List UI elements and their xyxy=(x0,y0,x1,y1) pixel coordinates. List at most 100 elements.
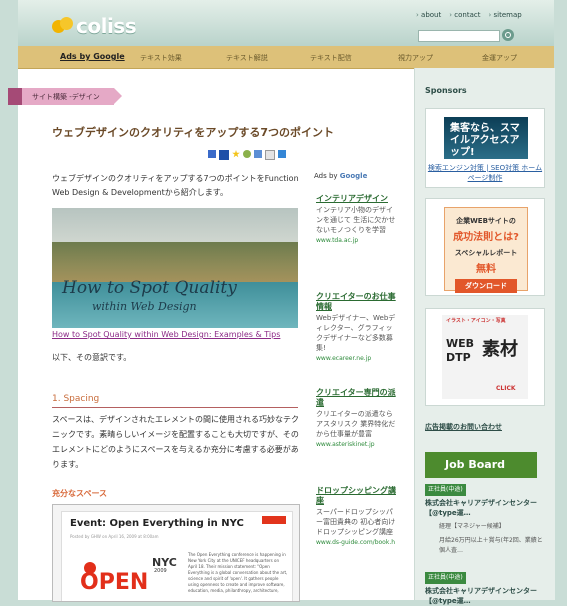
sitemap-link[interactable]: sitemap xyxy=(488,11,522,19)
text-ad[interactable]: インテリアデザイン インテリア小物のデザインを通じて 生活に欠かせないモノつくり… xyxy=(316,194,396,244)
contact-link[interactable]: contact xyxy=(449,11,480,19)
banner-text: CLICK xyxy=(496,385,516,392)
livedoor-icon[interactable] xyxy=(243,150,251,158)
photo-subtitle: within Web Design xyxy=(92,300,197,313)
page: coliss about contact sitemap Ads by Goog… xyxy=(8,0,555,605)
banner-button: ダウンロード xyxy=(455,279,517,293)
bookmark-icon[interactable] xyxy=(219,150,229,160)
example-screenshot[interactable]: Event: Open Everything in NYC Posted by … xyxy=(52,504,300,602)
ads-bar: Ads by Google テキスト効果 テキスト解説 テキスト配信 視力アップ… xyxy=(18,46,554,69)
text-ad[interactable]: クリエイターのお仕事情報 Webデザイナー、Webディレクター、グラフィックデザ… xyxy=(316,292,396,362)
banner-image: 企業WEBサイトの 成功法則とは? スペシャルレポート 無料 ダウンロード xyxy=(444,207,528,293)
search-input[interactable] xyxy=(418,30,500,42)
sponsors-heading: Sponsors xyxy=(425,86,467,95)
ad-description: スーパードロップシッパー富田貴典の 初心者向けドロップシッピング講座 xyxy=(316,508,396,536)
ad-description: Webデザイナー、Webディレクター、グラフィックデザイナーなど多数募集! xyxy=(316,314,396,352)
sponsor-banner[interactable]: イラスト・アイコン・写真 WEB DTP 素材 CLICK xyxy=(425,308,545,406)
ads-by-google-link[interactable]: Ads by Google xyxy=(60,52,125,61)
delicious-icon[interactable] xyxy=(208,150,216,158)
category-arrow xyxy=(114,88,122,104)
ads-label: Ads by xyxy=(314,172,340,180)
job-tag: 正社員(中途) xyxy=(425,572,466,584)
jobboard-banner[interactable]: Job Board xyxy=(425,452,537,478)
sponsor-banner[interactable]: 企業WEBサイトの 成功法則とは? スペシャルレポート 無料 ダウンロード xyxy=(425,198,545,296)
category-text: サイト構築 -デザイン xyxy=(32,93,100,101)
job-tag: 正社員(中途) xyxy=(425,484,466,496)
job-line: 月給26万円以上＋賞与(年2回、業績と個人査… xyxy=(439,537,543,554)
about-link[interactable]: about xyxy=(416,11,441,19)
ad-title[interactable]: クリエイターのお仕事情報 xyxy=(316,292,396,312)
ad-title[interactable]: インテリアデザイン xyxy=(316,194,396,204)
ad-link[interactable]: テキスト配信 xyxy=(310,53,352,63)
buzzurl-icon[interactable] xyxy=(265,150,275,160)
article-title[interactable]: ウェブデザインのクオリティをアップする7つのポイント xyxy=(52,124,334,140)
ad-url[interactable]: www.ecareer.ne.jp xyxy=(316,355,396,362)
banner-text: WEB xyxy=(446,337,475,350)
category-marker xyxy=(8,88,22,105)
top-nav: about contact sitemap xyxy=(416,11,522,19)
ad-url[interactable]: www.ds-guide.com/book.h xyxy=(316,539,396,546)
ad-link[interactable]: 金運アップ xyxy=(482,53,517,63)
banner-text: イラスト・アイコン・写真 xyxy=(446,318,506,324)
article-photo[interactable]: How to Spot Quality within Web Design xyxy=(52,208,298,328)
google-brand: Google xyxy=(339,172,368,180)
site-header: coliss about contact sitemap xyxy=(18,0,554,46)
section-paragraph: スペースは、デザインされたエレメントの間に使用される巧妙なテクニックです。素晴ら… xyxy=(52,415,300,469)
lead-text: 以下、その意訳です。 xyxy=(52,353,132,362)
ad-link[interactable]: 視力アップ xyxy=(398,53,433,63)
job-company[interactable]: 株式会社キャリアデザインセンター【@type運… xyxy=(425,498,547,518)
photo-title: How to Spot Quality xyxy=(62,278,237,298)
screenshot-badge xyxy=(262,516,286,524)
screenshot-open-logo: OPEN xyxy=(80,570,149,595)
banner-text: 成功法則とは? xyxy=(453,232,519,243)
banner-text: DTP xyxy=(446,351,471,364)
bookmark-icons xyxy=(208,150,286,160)
banner-text: 無料 xyxy=(476,264,496,275)
jobboard-text: Job Board xyxy=(445,458,506,471)
category-label[interactable]: サイト構築 -デザイン xyxy=(8,88,114,105)
banner-text: 素材 xyxy=(482,339,518,360)
ad-title[interactable]: クリエイター専門の派遣 xyxy=(316,388,396,408)
ad-link[interactable]: テキスト効果 xyxy=(140,53,182,63)
text-ad[interactable]: クリエイター専門の派遣 クリエイターの派遣ならアスタリスク 業界特化だから仕事量… xyxy=(316,388,396,448)
photo-hills xyxy=(52,242,298,282)
section-heading: 1. Spacing xyxy=(52,394,298,408)
text-ad[interactable]: ドロップシッピング講座 スーパードロップシッパー富田貴典の 初心者向けドロップシ… xyxy=(316,486,396,546)
star-icon[interactable] xyxy=(232,150,240,158)
banner-text: スペシャルレポート xyxy=(454,249,518,257)
source-link[interactable]: How to Spot Quality within Web Design: E… xyxy=(52,330,280,339)
logo-text: coliss xyxy=(76,14,137,38)
google-ads-label[interactable]: Ads by Google xyxy=(314,172,367,180)
ad-description: クリエイターの派遣ならアスタリスク 業界特化だから仕事量が豊富 xyxy=(316,410,396,438)
ad-url[interactable]: www.asteriskinet.jp xyxy=(316,441,396,448)
screenshot-meta: Posted by GHW on April 16, 2009 at 8:00a… xyxy=(70,534,159,539)
site-logo[interactable]: coliss xyxy=(52,12,137,40)
job-listing[interactable]: 正社員(中途) 株式会社キャリアデザインセンター【@type運… xyxy=(425,572,547,606)
hatena-icon[interactable] xyxy=(278,150,286,158)
ad-url[interactable]: www.tda.ac.jp xyxy=(316,237,396,244)
banner-image: 集客なら、スマイルアクセスアップ! xyxy=(444,117,528,159)
ad-description: インテリア小物のデザインを通じて 生活に欠かせないモノつくりを学習 xyxy=(316,206,396,234)
screenshot-title: Event: Open Everything in NYC xyxy=(70,518,244,529)
banner-image-text: 集客なら、スマイルアクセスアップ! xyxy=(450,123,520,158)
sidebar: Sponsors 集客なら、スマイルアクセスアップ! 検索エンジン対策 | SE… xyxy=(414,68,555,605)
ad-link[interactable]: テキスト解説 xyxy=(226,53,268,63)
job-company[interactable]: 株式会社キャリアデザインセンター【@type運… xyxy=(425,586,547,606)
photo-sky xyxy=(52,208,298,242)
ad-title[interactable]: ドロップシッピング講座 xyxy=(316,486,396,506)
job-line: 経理【マネジャー候補】 xyxy=(439,523,505,530)
banner-link[interactable]: 検索エンジン対策 | SEO対策 ホームページ制作 xyxy=(426,163,544,183)
banner-image: イラスト・アイコン・写真 WEB DTP 素材 CLICK xyxy=(442,315,528,399)
screenshot-page: Event: Open Everything in NYC Posted by … xyxy=(61,511,293,601)
newsing-icon[interactable] xyxy=(254,150,262,158)
subsection-heading: 充分なスペース xyxy=(52,489,108,498)
screenshot-text: The Open Everything conference is happen… xyxy=(188,552,288,593)
intro-paragraph: ウェブデザインのクオリティをアップする7つのポイントをFunction Web … xyxy=(52,174,299,197)
search-icon[interactable] xyxy=(502,29,514,41)
logo-icon xyxy=(52,17,74,35)
job-listing[interactable]: 正社員(中途) 株式会社キャリアデザインセンター【@type運… 経理【マネジャ… xyxy=(425,484,547,556)
screenshot-year: 2009 xyxy=(154,568,167,574)
main-content: サイト構築 -デザイン ウェブデザインのクオリティをアップする7つのポイント ウ… xyxy=(8,68,410,602)
sponsor-banner[interactable]: 集客なら、スマイルアクセスアップ! 検索エンジン対策 | SEO対策 ホームペー… xyxy=(425,108,545,188)
ad-contact-link[interactable]: 広告掲載のお問い合わせ xyxy=(425,422,502,432)
